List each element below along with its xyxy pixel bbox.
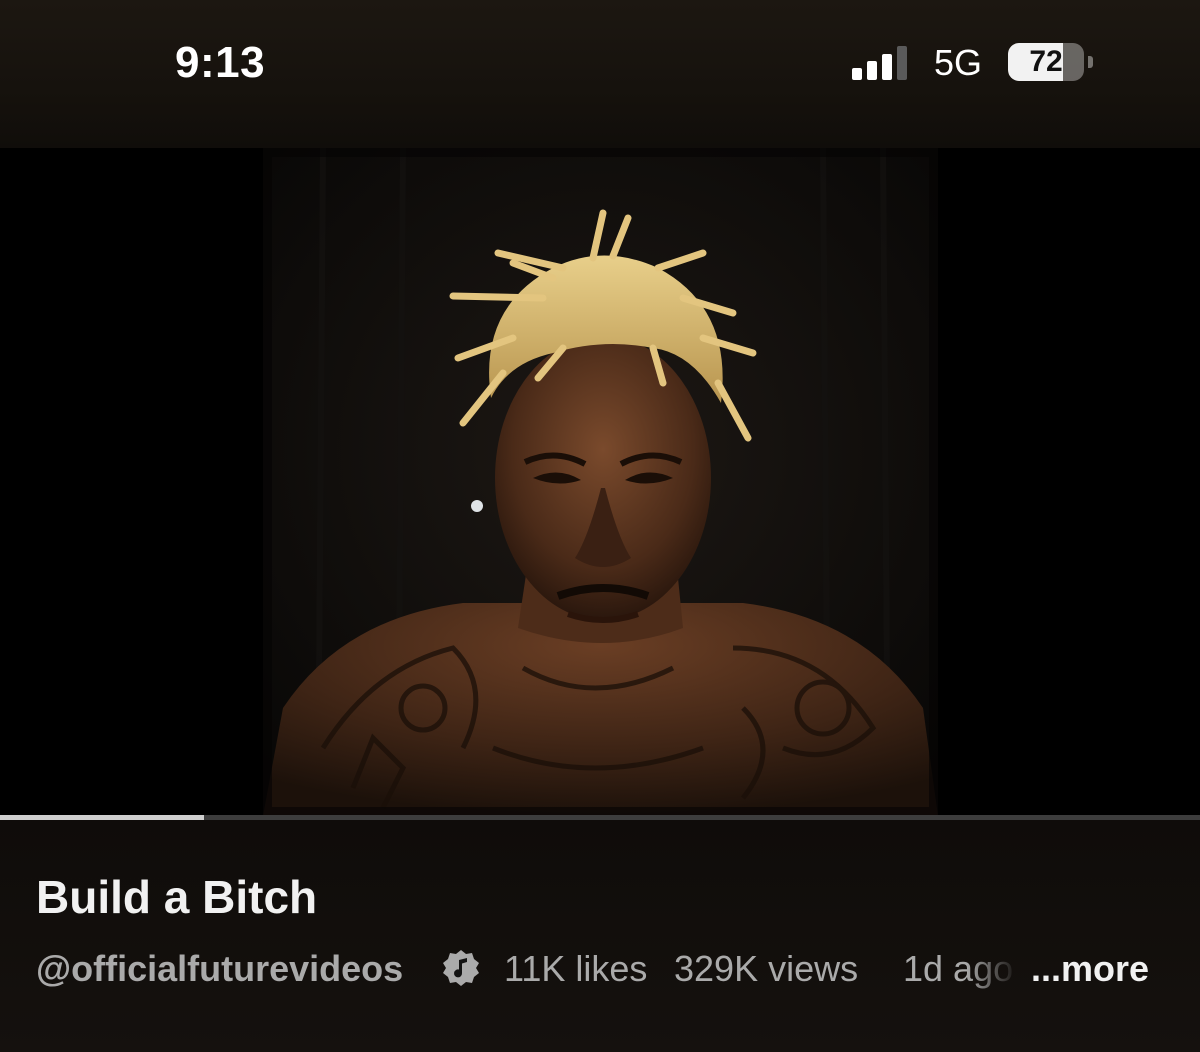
network-type-label: 5G [934, 42, 983, 83]
video-player[interactable] [0, 148, 1200, 816]
battery-icon: 72 [1008, 43, 1093, 81]
status-time: 9:13 [175, 38, 266, 87]
video-metadata-row[interactable]: @officialfuturevideos 11K likes 329K vie… [36, 948, 1166, 992]
video-info-panel: Build a Bitch @officialfuturevideos 11K … [0, 820, 1200, 1052]
cellular-signal-icon [852, 46, 907, 80]
video-thumbnail[interactable] [263, 148, 938, 816]
music-note-badge-icon [443, 950, 479, 986]
channel-handle[interactable]: @officialfuturevideos [36, 948, 403, 990]
battery-level: 72 [1029, 45, 1063, 78]
upload-age: 1d ago [903, 948, 1014, 989]
views-count: 329K views [674, 948, 859, 989]
more-button[interactable]: ...more [1031, 948, 1149, 990]
status-bar: 9:13 5G 72 [0, 0, 1200, 148]
likes-count: 11K likes [504, 948, 648, 989]
portrait-photo [263, 148, 938, 816]
video-title[interactable]: Build a Bitch [36, 870, 317, 924]
